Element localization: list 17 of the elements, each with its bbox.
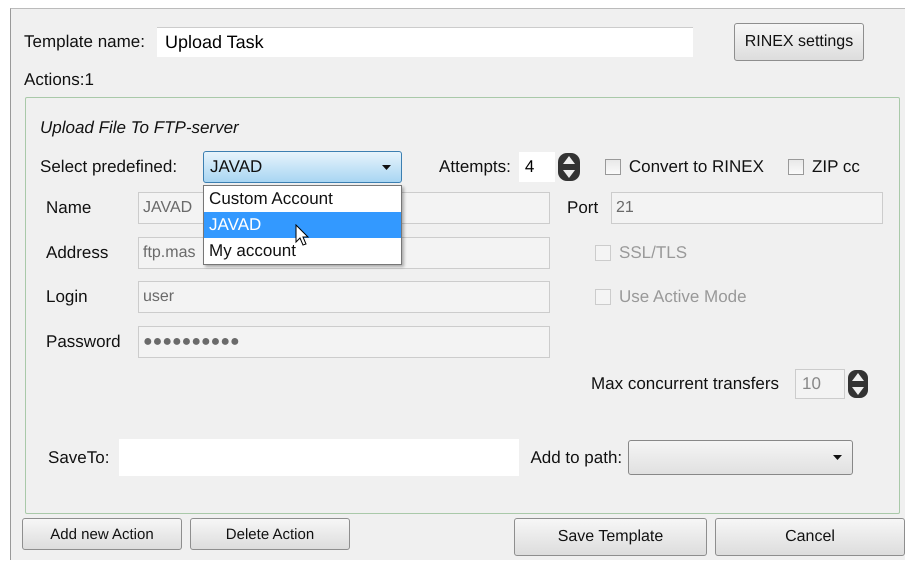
checkbox-label: Convert to RINEX <box>628 157 764 177</box>
port-label: Port <box>567 198 600 218</box>
field-label: Login <box>45 287 89 308</box>
template-name-label: Template name: <box>24 32 145 52</box>
add-to-path-label: Add to path: <box>530 448 622 468</box>
checkbox-label: Use Active Mode <box>619 287 747 308</box>
max-transfers-label: Max concurrent transfers <box>590 374 779 394</box>
attempts-label: Attempts: <box>439 157 511 177</box>
field-label: Name <box>45 198 92 218</box>
field-label: Address <box>45 242 110 263</box>
field-label: Password <box>45 332 122 352</box>
action-title: Upload File To FTP-server <box>40 118 240 139</box>
actions-count: Actions:1 <box>23 69 95 91</box>
save-to-label: SaveTo: <box>48 448 110 468</box>
checkbox-label: ZIP cc <box>812 157 860 177</box>
checkbox-label: SSL/TLS <box>619 242 688 263</box>
select-predefined-label: Select predefined: <box>40 157 178 177</box>
